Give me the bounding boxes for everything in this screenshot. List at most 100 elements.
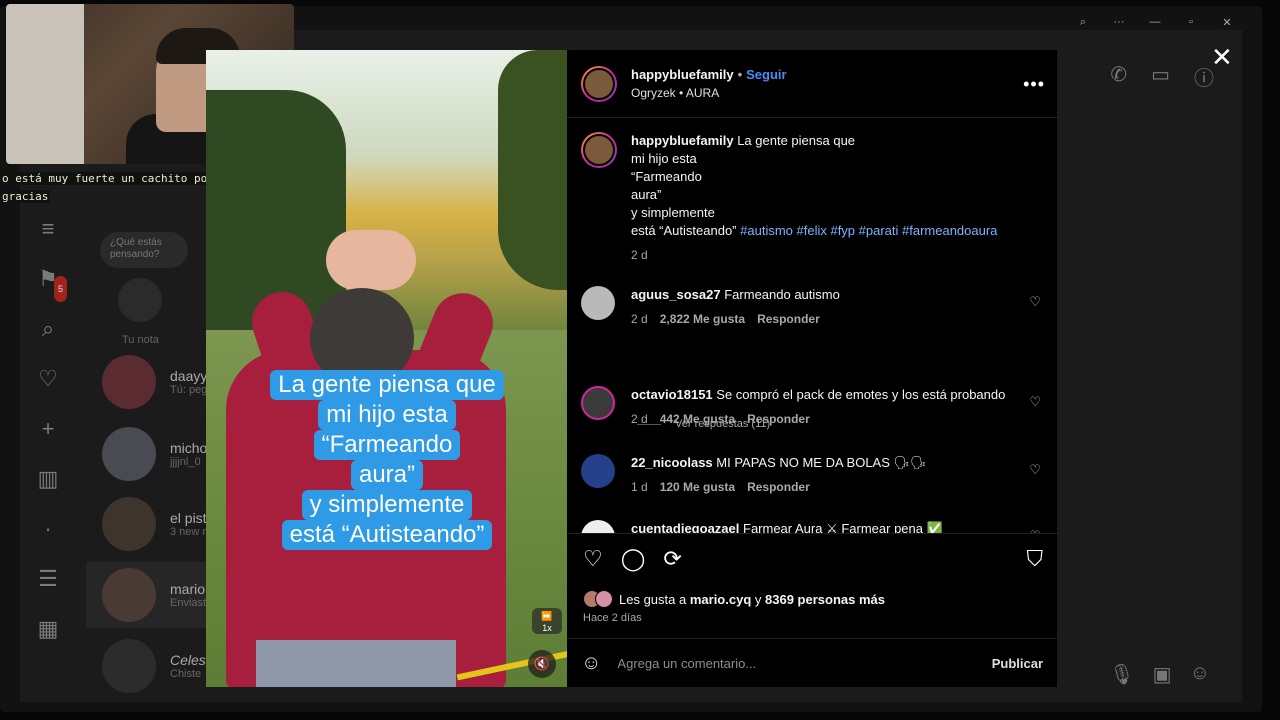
avatar — [102, 639, 156, 693]
apps-grid-icon[interactable]: ▦ — [35, 616, 61, 642]
more-options-icon[interactable]: ··· — [1112, 16, 1126, 29]
minimize-icon[interactable]: — — [1148, 16, 1162, 29]
caption-time: 2 d — [631, 248, 648, 262]
comment-item: 22_nicoolass MI PAPAS NO ME DA BOLAS 🗣🗣 … — [581, 454, 1041, 496]
like-comment-icon[interactable]: ♡ — [1029, 462, 1041, 478]
chat-preview: Enviast — [170, 597, 207, 609]
like-comment-icon[interactable]: ♡ — [1029, 294, 1041, 310]
speed-label: 1x — [542, 623, 552, 633]
left-nav: ≡ ⚑ 5 ⌕ ♡ + ▥ · ☰ ▦ — [28, 216, 68, 642]
search-icon[interactable]: ⌕ — [35, 316, 61, 342]
likes-summary[interactable]: Les gusta a mario.cyq y 8369 personas má… — [583, 590, 885, 608]
chat-name: Celest — [170, 652, 210, 668]
bookmark-icon[interactable]: ⛉ — [1026, 546, 1043, 572]
post-video[interactable]: La gente piensa que mi hijo esta “Farmea… — [206, 50, 568, 687]
like-heart-icon[interactable]: ♡ — [583, 546, 603, 572]
note-label: Tu nota — [122, 334, 159, 346]
comment-item: cuentadiegoazael Farmear Aura ⚔ Farmear … — [581, 520, 1041, 533]
hamburger-menu-icon[interactable]: ☰ — [35, 566, 61, 592]
fast-forward-icon: ⏩ — [541, 611, 553, 621]
avatar — [102, 497, 156, 551]
activity-icon[interactable]: ⚑ 5 — [35, 266, 67, 302]
post-username[interactable]: happybluefamily — [631, 67, 734, 82]
comment-text: Farmeando autismo — [724, 287, 840, 302]
menu-list-icon[interactable]: ≡ — [35, 216, 61, 242]
publish-button[interactable]: Publicar — [992, 656, 1043, 671]
screen: ⌕ ··· — ▫ ✕ ≡ ⚑ 5 ⌕ ♡ + ▥ · ☰ ▦ ¿Qué está… — [0, 0, 1280, 720]
comment-username[interactable]: aguus_sosa27 — [631, 287, 721, 302]
zoom-icon[interactable]: ⌕ — [1076, 16, 1090, 29]
chat-name: daayy — [170, 368, 208, 384]
heart-icon[interactable]: ♡ — [35, 366, 61, 392]
comment-time: 2 d — [631, 412, 648, 426]
notification-badge: 5 — [53, 276, 67, 302]
avatar[interactable] — [581, 454, 615, 488]
caption-username[interactable]: happybluefamily — [631, 133, 734, 148]
note-avatar — [118, 278, 162, 322]
comment-bubble-icon[interactable]: ◯ — [621, 546, 646, 572]
chat-preview: Tú: peg — [170, 384, 208, 396]
audio-track[interactable]: Ogryzek • AURA — [631, 86, 787, 100]
insights-icon[interactable]: ▥ — [35, 466, 61, 492]
comment-text: Farmear Aura ⚔ Farmear pena ✅ — [743, 521, 943, 533]
create-icon[interactable]: + — [35, 416, 61, 442]
follow-button[interactable]: Seguir — [746, 67, 786, 82]
avatar — [102, 355, 156, 409]
more-options-icon[interactable]: ••• — [1023, 74, 1045, 95]
reply-button[interactable]: Responder — [747, 412, 810, 426]
dm-header-icons: ✆ ▭ ⓘ — [1110, 62, 1214, 91]
likes-count[interactable]: 8369 personas más — [765, 592, 885, 607]
chat-name: micho — [170, 440, 208, 456]
image-icon[interactable]: ▣ — [1153, 662, 1172, 687]
avatar[interactable] — [581, 132, 617, 168]
liker-avatar — [595, 590, 613, 608]
post-actions: ♡ ◯ ⟳ ⛉ Les gusta a mario.cyq y 8369 per… — [567, 533, 1057, 687]
note-bubble[interactable]: ¿Qué estás pensando? — [100, 232, 188, 268]
comment-item: octavio18151 Se compró el pack de emotes… — [581, 386, 1041, 428]
comment-likes[interactable]: 2,822 Me gusta — [660, 312, 745, 326]
chat-name: mario. — [170, 581, 209, 597]
avatar[interactable] — [581, 520, 615, 533]
close-icon[interactable]: ✕ — [1211, 44, 1233, 70]
emoji-icon[interactable]: ☺ — [581, 652, 601, 675]
video-call-icon[interactable]: ▭ — [1151, 62, 1170, 91]
comment-time: 1 d — [631, 480, 648, 494]
liker-username[interactable]: mario.cyq — [690, 592, 751, 607]
mute-button[interactable]: 🔇 — [528, 650, 556, 678]
caption-line: y simplemente — [631, 205, 715, 220]
comment-input[interactable]: Agrega un comentario... — [617, 656, 991, 671]
repost-icon[interactable]: ⟳ — [663, 546, 681, 572]
muted-speaker-icon: 🔇 — [533, 656, 551, 671]
phone-icon[interactable]: ✆ — [1110, 62, 1127, 91]
threads-icon[interactable]: · — [35, 516, 61, 542]
hashtags[interactable]: #autismo #felix #fyp #parati #farmeandoa… — [740, 223, 997, 238]
caption-line: está “Autisteando” — [631, 223, 737, 238]
reply-button[interactable]: Responder — [757, 312, 820, 326]
post-header: happybluefamily • Seguir Ogryzek • AURA ••… — [567, 50, 1057, 118]
close-window-icon[interactable]: ✕ — [1220, 16, 1234, 29]
playback-speed-button[interactable]: ⏩ 1x — [532, 608, 562, 634]
avatar[interactable] — [581, 286, 615, 320]
comment-text: MI PAPAS NO ME DA BOLAS 🗣🗣 — [716, 455, 927, 470]
comment-username[interactable]: 22_nicoolass — [631, 455, 713, 470]
chat-preview: jjjjnl_0 — [170, 456, 201, 468]
video-text-overlay: La gente piensa que mi hijo esta “Farmea… — [206, 370, 568, 550]
reply-button[interactable]: Responder — [747, 480, 810, 494]
like-comment-icon[interactable]: ♡ — [1029, 394, 1041, 410]
overlay-line: La gente piensa que — [270, 370, 504, 400]
restore-icon[interactable]: ▫ — [1184, 16, 1198, 29]
overlay-line: aura” — [350, 460, 424, 490]
sticker-icon[interactable]: ☺ — [1190, 662, 1210, 687]
posted-time: Hace 2 días — [583, 612, 642, 624]
comments-list[interactable]: happybluefamily La gente piensa que mi h… — [567, 118, 1057, 533]
comment-likes[interactable]: 120 Me gusta — [660, 480, 735, 494]
caption-line: La gente piensa que — [737, 133, 856, 148]
dm-input-icons: 🎙 ▣ ☺ — [1109, 662, 1210, 687]
comment-likes[interactable]: 442 Me gusta — [660, 412, 735, 426]
avatar[interactable] — [581, 65, 617, 102]
comment-username[interactable]: cuentadiegoazael — [631, 521, 739, 533]
chat-item-active[interactable]: mario. Enviast — [86, 562, 210, 628]
microphone-icon[interactable]: 🎙 — [1109, 662, 1134, 687]
avatar[interactable] — [581, 386, 615, 420]
comment-username[interactable]: octavio18151 — [631, 387, 713, 402]
